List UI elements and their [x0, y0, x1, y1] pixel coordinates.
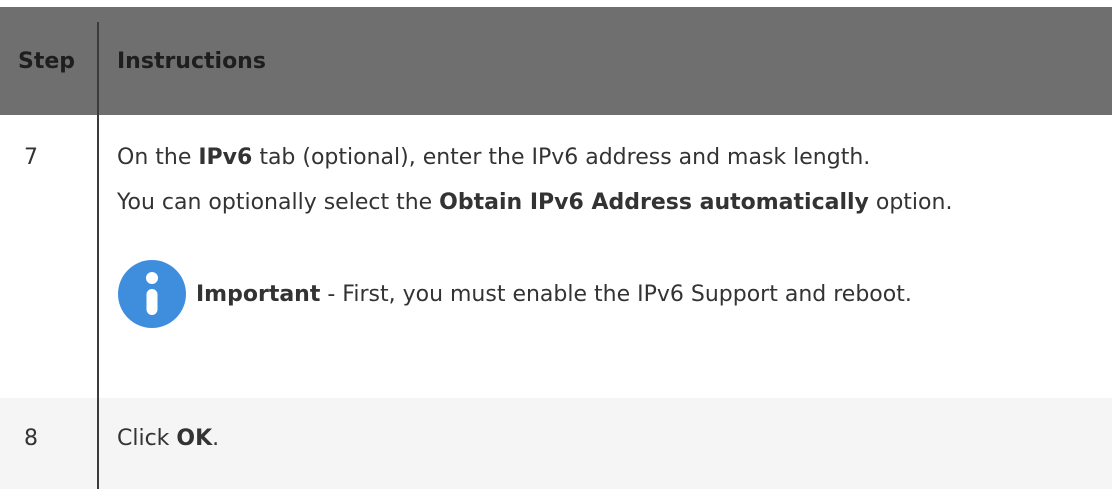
header-instructions: Instructions — [117, 48, 266, 74]
text-segment: . — [212, 426, 220, 451]
instruction-line: On the IPv6 tab (optional), enter the IP… — [117, 145, 870, 170]
info-icon — [118, 260, 186, 328]
note-label: Important — [196, 281, 321, 307]
bold-term: Obtain IPv6 Address automatically — [439, 190, 869, 215]
doc-page: Step Instructions 7 On the IPv6 tab (opt… — [0, 0, 1112, 489]
text-segment: tab (optional), enter the IPv6 address a… — [252, 145, 871, 170]
step-number: 7 — [24, 145, 38, 170]
instruction-line: Click OK. — [117, 426, 219, 451]
text-segment: option. — [868, 190, 953, 215]
column-divider — [97, 22, 99, 489]
bold-term: OK — [176, 426, 213, 451]
header-step: Step — [18, 48, 76, 74]
note-text: Important - First, you must enable the I… — [196, 282, 912, 307]
step-number: 8 — [24, 426, 38, 451]
table-row: 8 Click OK. — [0, 398, 1112, 489]
table-row: 7 On the IPv6 tab (optional), enter the … — [0, 115, 1112, 398]
important-note: Important - First, you must enable the I… — [118, 260, 912, 328]
text-segment: Click — [117, 426, 177, 451]
text-segment: On the — [117, 145, 199, 170]
bold-term: IPv6 — [198, 145, 253, 170]
text-segment: You can optionally select the — [117, 190, 440, 215]
note-body: - First, you must enable the IPv6 Suppor… — [320, 281, 912, 307]
table-header: Step Instructions — [0, 7, 1112, 115]
instruction-line: You can optionally select the Obtain IPv… — [117, 190, 952, 215]
